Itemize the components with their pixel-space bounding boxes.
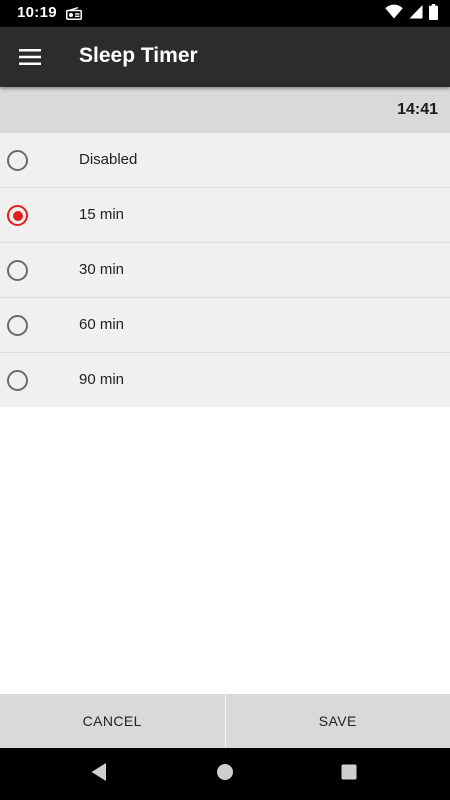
option-15-min[interactable]: 15 min	[0, 188, 450, 243]
back-button[interactable]	[87, 762, 111, 786]
menu-button[interactable]	[10, 37, 50, 77]
option-label: Disabled	[79, 151, 138, 168]
save-button[interactable]: SAVE	[226, 694, 450, 748]
radio-button-30-min[interactable]	[7, 260, 28, 281]
option-label: 60 min	[79, 316, 125, 333]
recents-icon	[341, 764, 357, 785]
option-label: 90 min	[79, 371, 125, 388]
radio-icon	[66, 6, 82, 20]
navigation-bar	[0, 748, 450, 800]
radio-button-60-min[interactable]	[7, 315, 28, 336]
action-bar: CANCEL SAVE	[0, 694, 450, 748]
current-time-header: 14:41	[0, 87, 450, 133]
timer-options-list: Disabled 15 min 30 min 60 min 90 min	[0, 133, 450, 407]
home-button[interactable]	[213, 762, 237, 786]
status-bar: 10:19	[0, 0, 450, 27]
option-90-min[interactable]: 90 min	[0, 353, 450, 407]
back-icon	[90, 762, 108, 787]
cancel-button[interactable]: CANCEL	[0, 694, 225, 748]
option-label: 15 min	[79, 206, 125, 223]
status-icons	[385, 3, 438, 25]
cell-signal-icon	[409, 4, 423, 24]
sleep-timer-screen: 10:19 Sleep Timer 14:41 Disabled 15 min …	[0, 0, 450, 800]
radio-button-disabled[interactable]	[7, 150, 28, 171]
home-icon	[216, 763, 234, 786]
radio-button-15-min[interactable]	[7, 205, 28, 226]
battery-icon	[429, 3, 438, 25]
option-30-min[interactable]: 30 min	[0, 243, 450, 298]
option-label: 30 min	[79, 261, 125, 278]
current-time: 14:41	[397, 101, 438, 118]
menu-icon	[19, 49, 41, 65]
option-disabled[interactable]: Disabled	[0, 133, 450, 188]
recents-button[interactable]	[337, 762, 361, 786]
radio-button-90-min[interactable]	[7, 370, 28, 391]
option-60-min[interactable]: 60 min	[0, 298, 450, 353]
page-title: Sleep Timer	[79, 44, 198, 67]
wifi-icon	[385, 4, 403, 24]
app-bar: Sleep Timer	[0, 27, 450, 87]
status-time: 10:19	[17, 4, 57, 21]
